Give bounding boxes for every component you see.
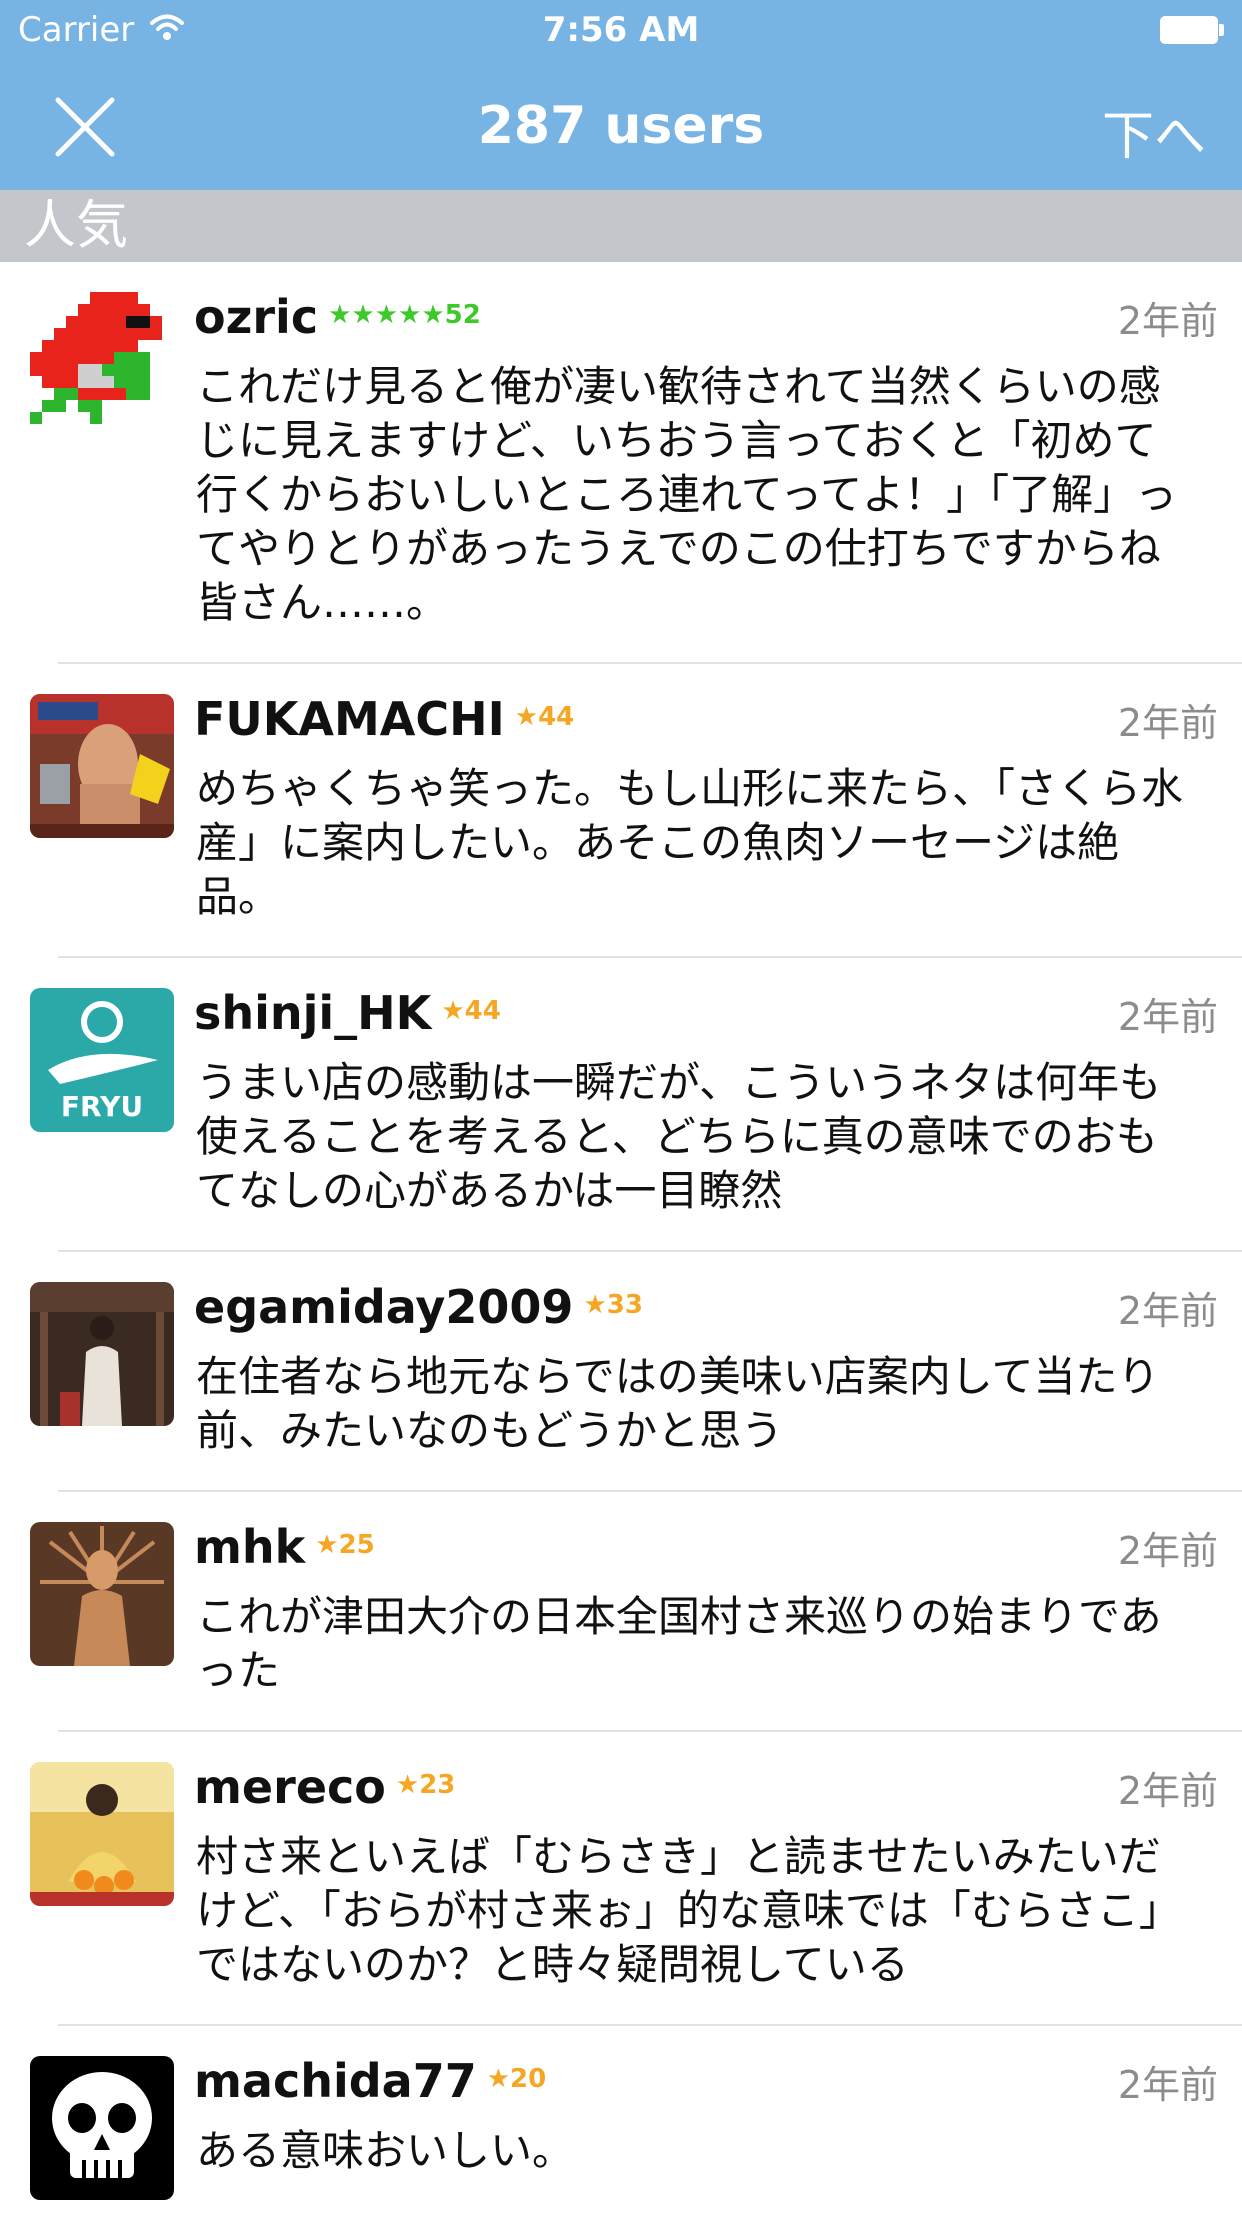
avatar[interactable] <box>30 2056 174 2200</box>
navigation-bar: 287 users 下へ <box>0 60 1242 190</box>
timestamp: 2年前 <box>1117 2063 1218 2107</box>
skull-avatar-icon <box>30 2056 174 2200</box>
list-item[interactable]: FUKAMACHI ★44 2年前 めちゃくちゃ笑った。もし山形に来たら、「さく… <box>0 664 1242 958</box>
star-count[interactable]: ★★★★★52 <box>328 300 481 330</box>
pixel-bird-avatar-icon <box>30 292 174 436</box>
list-item[interactable]: mhk ★25 2年前 これが津田大介の日本全国村さ来巡りの始まりであった <box>0 1492 1242 1732</box>
battery-icon <box>1160 16 1224 44</box>
user-line: mereco ★23 <box>194 1760 455 1816</box>
avatar[interactable] <box>30 694 174 838</box>
comment-list[interactable]: ozric ★★★★★52 2年前 これだけ見ると俺が凄い歓待されて当然くらいの… <box>0 262 1242 2236</box>
username[interactable]: shinji_HK <box>194 986 431 1040</box>
user-line: egamiday2009 ★33 <box>194 1280 643 1336</box>
list-item[interactable]: FRYU shinji_HK ★44 2年前 うまい店の感動は一瞬だが、こういう… <box>0 958 1242 1252</box>
username[interactable]: FUKAMACHI <box>194 692 505 746</box>
timestamp: 2年前 <box>1117 995 1218 1039</box>
star-count[interactable]: ★44 <box>515 702 575 732</box>
timestamp: 2年前 <box>1117 1289 1218 1333</box>
star-count[interactable]: ★33 <box>583 1290 643 1320</box>
comment-text: めちゃくちゃ笑った。もし山形に来たら、「さくら水産」に案内したい。あそこの魚肉ソ… <box>196 764 1184 921</box>
username[interactable]: ozric <box>194 290 318 344</box>
avatar[interactable] <box>30 1282 174 1426</box>
user-line: ozric ★★★★★52 <box>194 290 481 346</box>
avatar[interactable]: FRYU <box>30 988 174 1132</box>
avatar[interactable] <box>30 1762 174 1906</box>
scroll-down-button[interactable]: 下へ <box>1102 94 1206 169</box>
username[interactable]: egamiday2009 <box>194 1280 573 1334</box>
user-line: mhk ★25 <box>194 1520 375 1576</box>
list-item[interactable]: mereco ★23 2年前 村さ来といえば「むらさき」と読ませたいみたいだけど… <box>0 1732 1242 2026</box>
list-item[interactable]: machida77 ★20 2年前 ある意味おいしい。 <box>0 2026 1242 2236</box>
star-count[interactable]: ★20 <box>487 2064 547 2094</box>
comment-text: 村さ来といえば「むらさき」と読ませたいみたいだけど、「おらが村さ来ぉ」的な意味で… <box>196 1832 1181 1989</box>
scroll-down-label: 下へ <box>1101 107 1206 167</box>
page-title: 287 users <box>477 96 765 156</box>
user-line: FUKAMACHI ★44 <box>194 692 574 748</box>
status-time: 7:56 AM <box>542 10 700 50</box>
timestamp: 2年前 <box>1117 701 1218 745</box>
section-header-popular: 人気 <box>0 190 1242 262</box>
comment-text: 在住者なら地元ならではの美味い店案内して当たり前、みたいなのもどうかと思う <box>196 1352 1160 1455</box>
star-count[interactable]: ★44 <box>441 996 501 1026</box>
username[interactable]: mhk <box>194 1520 305 1574</box>
avatar[interactable] <box>30 1522 174 1666</box>
photo-avatar-icon <box>30 694 174 838</box>
avatar-logo-text: FRYU <box>61 1090 143 1123</box>
status-bar: Carrier 7:56 AM <box>0 0 1242 60</box>
photo-avatar-icon <box>30 1282 174 1426</box>
logo-avatar-icon: FRYU <box>30 988 174 1132</box>
top-bar: Carrier 7:56 AM 287 users 下へ <box>0 0 1242 190</box>
statue-avatar-icon <box>30 1522 174 1666</box>
list-item[interactable]: ozric ★★★★★52 2年前 これだけ見ると俺が凄い歓待されて当然くらいの… <box>0 262 1242 664</box>
photo-avatar-icon <box>30 1762 174 1906</box>
star-count[interactable]: ★23 <box>396 1770 456 1800</box>
list-item[interactable]: egamiday2009 ★33 2年前 在住者なら地元ならではの美味い店案内し… <box>0 1252 1242 1492</box>
comment-text: これが津田大介の日本全国村さ来巡りの始まりであった <box>196 1592 1162 1695</box>
close-icon[interactable] <box>50 92 120 162</box>
user-line: shinji_HK ★44 <box>194 986 501 1042</box>
timestamp: 2年前 <box>1117 299 1218 343</box>
timestamp: 2年前 <box>1117 1769 1218 1813</box>
timestamp: 2年前 <box>1117 1529 1218 1573</box>
comment-text: これだけ見ると俺が凄い歓待されて当然くらいの感じに見えますけど、いちおう言ってお… <box>196 362 1178 627</box>
user-line: machida77 ★20 <box>194 2054 546 2110</box>
username[interactable]: mereco <box>194 1760 386 1814</box>
comment-text: うまい店の感動は一瞬だが、こういうネタは何年も使えることを考えると、どちらに真の… <box>196 1058 1162 1215</box>
comment-text: ある意味おいしい。 <box>196 2126 575 2175</box>
star-count[interactable]: ★25 <box>315 1530 375 1560</box>
username[interactable]: machida77 <box>194 2054 477 2108</box>
avatar[interactable] <box>30 292 174 436</box>
